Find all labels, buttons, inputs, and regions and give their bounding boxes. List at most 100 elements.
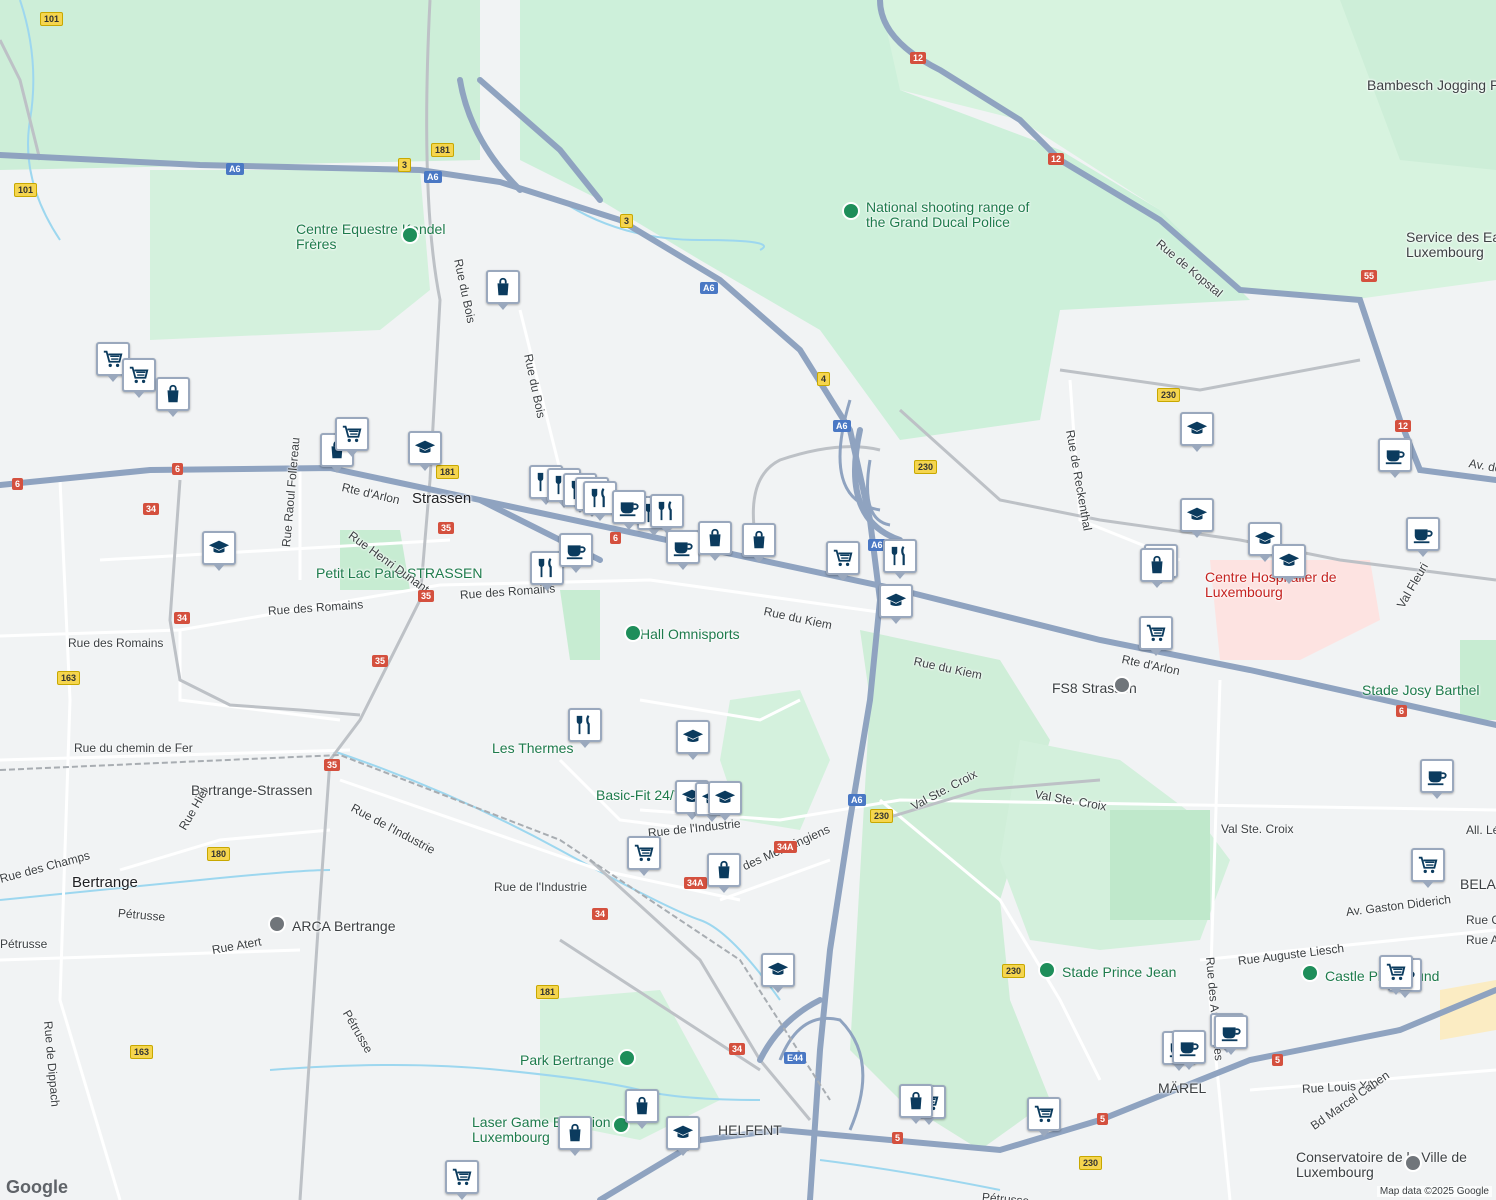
restaurant-pin-icon[interactable] [568, 708, 602, 748]
road-shield: 6 [12, 478, 24, 490]
road-shield: A6 [226, 163, 244, 175]
cafe-pin-icon[interactable] [1420, 759, 1454, 799]
road-shield: 230 [870, 809, 894, 823]
cart-pin-icon[interactable] [1139, 616, 1173, 656]
road-shield: 35 [324, 759, 341, 771]
road-shield: 35 [418, 590, 435, 602]
place-marker-icon[interactable] [842, 202, 860, 220]
road-shield: 5 [892, 1132, 904, 1144]
cafe-pin-icon[interactable] [1214, 1015, 1248, 1055]
shop-pin-icon[interactable] [742, 523, 776, 563]
street-label: Rue des Romains [68, 636, 164, 650]
restaurant-pin-icon[interactable] [883, 539, 917, 579]
road-shield: A6 [833, 420, 851, 432]
road-shield: A6 [848, 794, 866, 806]
place-label: Stade Josy Barthel [1362, 682, 1480, 698]
street-label: Rue du chemin de Fer [74, 741, 193, 755]
street-label: All. Léon [1466, 823, 1496, 837]
restaurant-pin-icon[interactable] [650, 494, 684, 534]
cafe-pin-icon[interactable] [1406, 517, 1440, 557]
street-label: Pétrusse [0, 937, 48, 951]
place-marker-icon[interactable] [1404, 1154, 1422, 1172]
place-label: Strassen [412, 490, 472, 507]
cafe-pin-icon[interactable] [1378, 438, 1412, 478]
map-attribution[interactable]: Map data ©2025 Google [1376, 1186, 1492, 1197]
place-label: ARCA Bertrange [292, 918, 396, 934]
place-label: Basic-Fit 24/7 [596, 787, 682, 803]
school-pin-icon[interactable] [1272, 544, 1306, 584]
place-marker-icon[interactable] [618, 1049, 636, 1067]
road-shield: 6 [1396, 705, 1408, 717]
place-label: MÄREL [1158, 1080, 1207, 1096]
school-pin-icon[interactable] [708, 781, 742, 821]
shop-pin-icon[interactable] [1140, 548, 1174, 588]
google-logo: Google [6, 1177, 68, 1197]
shop-pin-icon[interactable] [156, 377, 190, 417]
school-pin-icon[interactable] [1180, 498, 1214, 538]
place-label: HELFENT [718, 1122, 782, 1138]
road-shield: 12 [1048, 153, 1065, 165]
cart-pin-icon[interactable] [335, 417, 369, 457]
school-pin-icon[interactable] [666, 1116, 700, 1156]
cart-pin-icon[interactable] [627, 836, 661, 876]
place-marker-icon[interactable] [1113, 676, 1131, 694]
road-shield: 34 [174, 612, 191, 624]
school-pin-icon[interactable] [761, 953, 795, 993]
shop-pin-icon[interactable] [899, 1084, 933, 1124]
road-shield: 34 [729, 1043, 746, 1055]
road-shield: 3 [398, 158, 412, 172]
shop-pin-icon[interactable] [707, 853, 741, 893]
place-marker-icon[interactable] [1038, 961, 1056, 979]
cart-pin-icon[interactable] [122, 358, 156, 398]
road-shield: 230 [1079, 1156, 1103, 1170]
map-base-layer [0, 0, 1496, 1200]
school-pin-icon[interactable] [1180, 412, 1214, 452]
road-shield: 12 [910, 52, 927, 64]
cart-pin-icon[interactable] [1411, 848, 1445, 888]
school-pin-icon[interactable] [879, 584, 913, 624]
place-label: BELAIR [1460, 876, 1496, 892]
place-label: Conservatoire de la Ville de Luxembourg [1296, 1149, 1467, 1180]
cart-pin-icon[interactable] [1379, 955, 1413, 995]
road-shield: 55 [1361, 270, 1378, 282]
school-pin-icon[interactable] [408, 431, 442, 471]
school-pin-icon[interactable] [202, 531, 236, 571]
cart-pin-icon[interactable] [1027, 1097, 1061, 1137]
road-shield: 101 [14, 183, 38, 197]
street-label: Val Ste. Croix [1221, 822, 1294, 836]
road-shield: 230 [914, 460, 938, 474]
road-shield: 34 [143, 503, 160, 515]
road-shield: 34A [684, 877, 707, 889]
cafe-pin-icon[interactable] [612, 490, 646, 530]
cafe-pin-icon[interactable] [559, 533, 593, 573]
road-shield: 34A [774, 841, 797, 853]
cafe-pin-icon[interactable] [1172, 1030, 1206, 1070]
shop-pin-icon[interactable] [625, 1089, 659, 1129]
school-pin-icon[interactable] [676, 720, 710, 760]
road-shield: 180 [207, 847, 231, 861]
place-label: Park Bertrange [520, 1052, 615, 1068]
road-shield: 163 [57, 671, 81, 685]
cafe-pin-icon[interactable] [666, 530, 700, 570]
road-shield: 35 [372, 655, 389, 667]
place-label: Bertrange [72, 874, 138, 891]
road-shield: 12 [1395, 420, 1412, 432]
shop-pin-icon[interactable] [486, 270, 520, 310]
place-marker-icon[interactable] [401, 226, 419, 244]
place-label: National shooting range of the Grand Duc… [866, 199, 1030, 230]
cart-pin-icon[interactable] [445, 1160, 479, 1200]
shop-pin-icon[interactable] [698, 521, 732, 561]
street-label: Rue Charles [1466, 913, 1496, 927]
road-shield: 230 [1157, 388, 1181, 402]
road-shield: 5 [1272, 1054, 1284, 1066]
map-canvas[interactable]: Strassen Bertrange Centre Equestre Kandel … [0, 0, 1496, 1200]
road-shield: 4 [817, 372, 831, 386]
place-marker-icon[interactable] [268, 915, 286, 933]
shop-pin-icon[interactable] [558, 1116, 592, 1156]
place-label: Service des Eaux Ville de Luxembourg [1406, 229, 1496, 260]
road-shield: 34 [592, 908, 609, 920]
cart-pin-icon[interactable] [826, 541, 860, 581]
road-shield: 6 [610, 532, 622, 544]
place-marker-icon[interactable] [624, 624, 642, 642]
place-marker-icon[interactable] [1301, 964, 1319, 982]
